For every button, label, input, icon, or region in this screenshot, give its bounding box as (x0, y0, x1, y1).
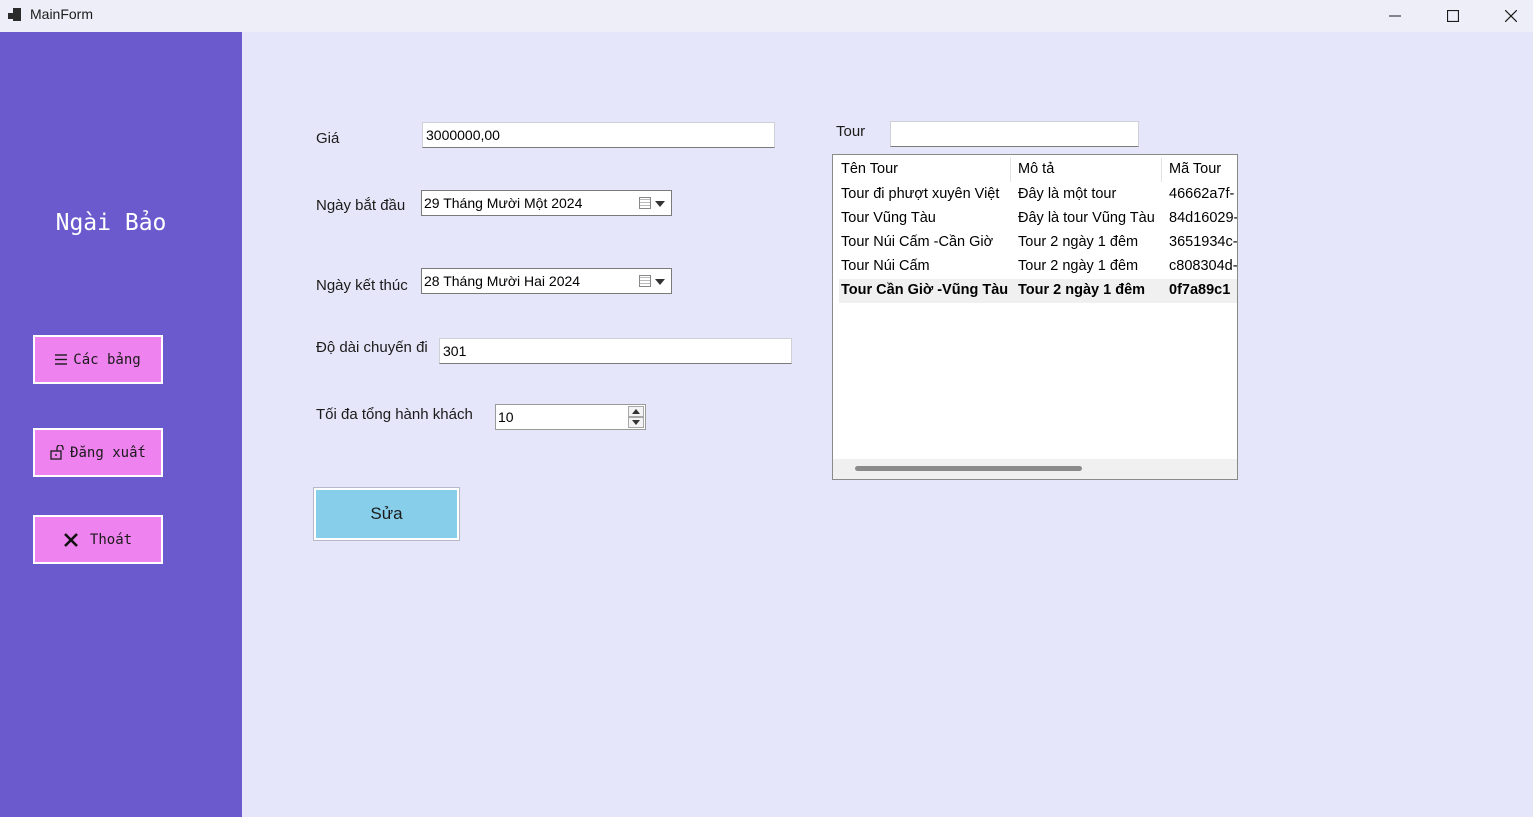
chevron-down-icon (655, 279, 665, 285)
column-header[interactable]: Tên Tour (839, 158, 1011, 182)
start-date-label: Ngày bắt đầu (316, 197, 406, 214)
chevron-down-icon (655, 201, 665, 207)
close-button[interactable] (1482, 0, 1533, 32)
maximize-button[interactable] (1424, 0, 1482, 32)
table-row[interactable]: Tour đi phượt xuyên Việt Đây là một tour… (839, 183, 1237, 207)
logout-button-label: Đăng xuất (70, 444, 146, 461)
logout-button[interactable]: Đăng xuất (33, 428, 163, 477)
table-cell: 3651934c- (1169, 234, 1238, 250)
calendar-icon (639, 275, 651, 287)
increment-button[interactable] (628, 406, 644, 417)
tables-button[interactable]: Các bảng (33, 335, 163, 384)
unlock-icon (50, 445, 64, 460)
column-header[interactable]: Mã Tour (1162, 158, 1237, 182)
decrement-button[interactable] (628, 417, 644, 428)
table-cell: Tour 2 ngày 1 đêm (1018, 258, 1139, 274)
chevron-down-icon (632, 420, 640, 425)
end-date-picker[interactable]: 28 Tháng Mười Hai 2024 (421, 268, 672, 294)
start-date-value: 29 Tháng Mười Một 2024 (424, 195, 583, 211)
window-title: MainForm (30, 6, 94, 22)
edit-button[interactable]: Sửa (313, 487, 460, 541)
table-cell: 84d16029- (1169, 210, 1238, 226)
close-x-icon (64, 532, 78, 547)
close-icon (1505, 10, 1517, 22)
calendar-icon (639, 197, 651, 209)
minimize-icon (1389, 15, 1401, 17)
table-cell: c808304d- (1169, 258, 1238, 274)
exit-button-label: Thoát (89, 531, 133, 548)
max-passengers-label: Tối đa tổng hành khách (316, 406, 473, 423)
exit-button[interactable]: Thoát (33, 515, 163, 564)
end-date-value: 28 Tháng Mười Hai 2024 (424, 273, 581, 289)
table-row[interactable]: Tour Núi Cấm Tour 2 ngày 1 đêm c808304d- (839, 255, 1238, 279)
app-icon (8, 8, 22, 22)
end-date-label: Ngày kết thúc (316, 277, 408, 294)
sidebar: Ngài Bảo Các bảng Đăng xuất Thoát (0, 32, 242, 817)
table-cell: Đây là tour Vũng Tàu (1018, 210, 1155, 226)
start-date-picker[interactable]: 29 Tháng Mười Một 2024 (421, 190, 672, 216)
table-cell: 46662a7f- (1169, 186, 1235, 202)
table-row[interactable]: Tour Núi Cấm -Cần Giờ Tour 2 ngày 1 đêm … (839, 231, 1238, 255)
trip-length-label: Độ dài chuyến đi (316, 339, 428, 356)
table-cell: Tour Núi Cấm (841, 258, 930, 274)
title-bar: MainForm (0, 0, 1533, 32)
trip-length-input[interactable]: 301 (439, 338, 792, 364)
table-cell: Tour 2 ngày 1 đêm (1018, 282, 1146, 298)
max-passengers-value: 10 (498, 409, 514, 425)
tour-label: Tour (836, 123, 866, 140)
scrollbar-thumb[interactable] (855, 466, 1082, 471)
table-cell: Tour Cần Giờ -Vũng Tàu (841, 282, 1009, 298)
minimize-button[interactable] (1366, 0, 1424, 32)
tour-list[interactable]: Tên Tour Mô tả Mã Tour Tour đi phượt xuy… (832, 154, 1238, 480)
table-header: Tên Tour Mô tả Mã Tour (839, 158, 1237, 182)
table-cell: Tour Núi Cấm -Cần Giờ (841, 234, 994, 250)
table-cell: Tour 2 ngày 1 đêm (1018, 234, 1139, 250)
tables-button-label: Các bảng (73, 351, 141, 368)
table-cell: 0f7a89c1 (1169, 282, 1231, 298)
max-passengers-stepper[interactable]: 10 (495, 404, 646, 430)
price-label: Giá (316, 130, 340, 147)
table-row[interactable]: Tour Vũng Tàu Đây là tour Vũng Tàu 84d16… (839, 207, 1238, 231)
table-cell: Tour Vũng Tàu (841, 210, 936, 226)
price-input[interactable]: 3000000,00 (422, 122, 775, 148)
maximize-icon (1447, 10, 1459, 22)
table-cell: Tour đi phượt xuyên Việt (841, 186, 1000, 202)
horizontal-scrollbar[interactable] (833, 459, 1237, 479)
table-row-selected[interactable]: Tour Cần Giờ -Vũng Tàu Tour 2 ngày 1 đêm… (839, 279, 1237, 303)
tour-input[interactable] (890, 121, 1139, 147)
table-cell: Đây là một tour (1018, 186, 1117, 202)
hamburger-icon (55, 354, 68, 365)
user-name: Ngài Bảo (55, 210, 167, 236)
column-header[interactable]: Mô tả (1011, 158, 1162, 182)
chevron-up-icon (632, 409, 640, 414)
